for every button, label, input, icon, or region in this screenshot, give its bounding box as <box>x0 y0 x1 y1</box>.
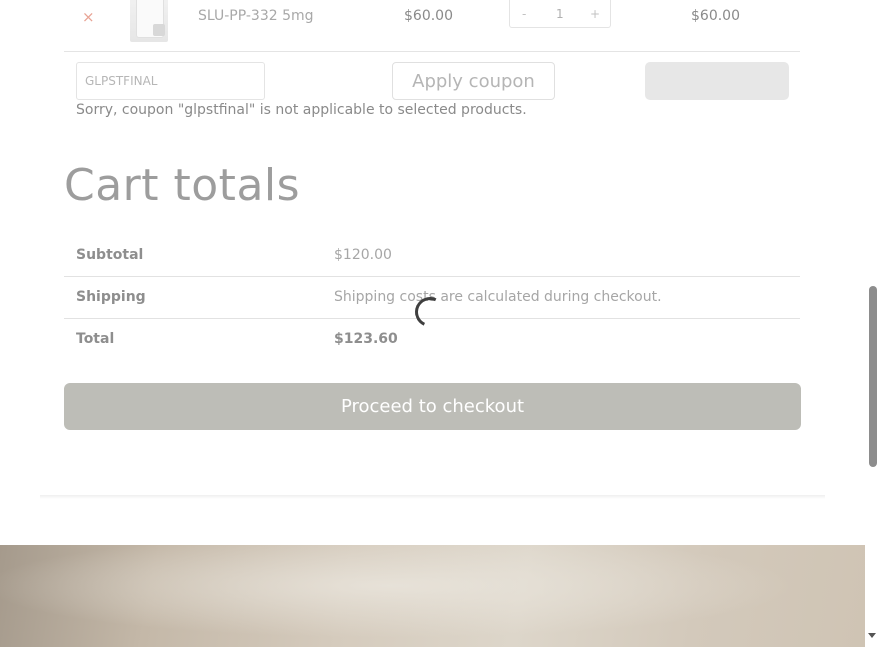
footer-hero-image <box>0 545 865 647</box>
cart-page: × SLU-PP-332 5mg $60.00 - 1 + $60.00 App… <box>0 0 865 647</box>
product-name-link[interactable]: SLU-PP-332 5mg <box>198 8 314 24</box>
total-value: $123.60 <box>334 331 398 347</box>
remove-item-icon[interactable]: × <box>82 8 95 26</box>
subtotal-label: Subtotal <box>76 247 144 263</box>
subtotal-value: $120.00 <box>334 247 392 263</box>
product-subtotal: $60.00 <box>691 8 740 24</box>
proceed-to-checkout-button[interactable]: Proceed to checkout <box>64 383 801 430</box>
product-price: $60.00 <box>404 8 453 24</box>
cart-item-row: × SLU-PP-332 5mg $60.00 - 1 + $60.00 <box>64 0 800 52</box>
coupon-error-message: Sorry, coupon "glpstfinal" is not applic… <box>76 102 527 118</box>
shipping-label: Shipping <box>76 289 146 305</box>
total-label: Total <box>76 331 115 347</box>
quantity-stepper[interactable]: - 1 + <box>509 0 611 28</box>
scroll-down-arrow-icon[interactable] <box>868 633 876 638</box>
coupon-code-input[interactable] <box>76 62 265 100</box>
update-cart-button[interactable] <box>645 62 789 100</box>
subtotal-row: Subtotal $120.00 <box>64 235 800 277</box>
quantity-input[interactable]: 1 <box>556 7 564 21</box>
apply-coupon-button[interactable]: Apply coupon <box>392 62 555 100</box>
cart-totals-heading: Cart totals <box>64 160 301 211</box>
quantity-plus-button[interactable]: + <box>590 7 600 21</box>
product-thumbnail-image[interactable] <box>130 0 168 42</box>
quantity-minus-button[interactable]: - <box>522 7 526 21</box>
page-scrollbar[interactable] <box>865 0 880 647</box>
shipping-value: Shipping costs are calculated during che… <box>334 289 662 305</box>
scrollbar-thumb[interactable] <box>869 286 877 467</box>
section-divider <box>40 495 825 499</box>
